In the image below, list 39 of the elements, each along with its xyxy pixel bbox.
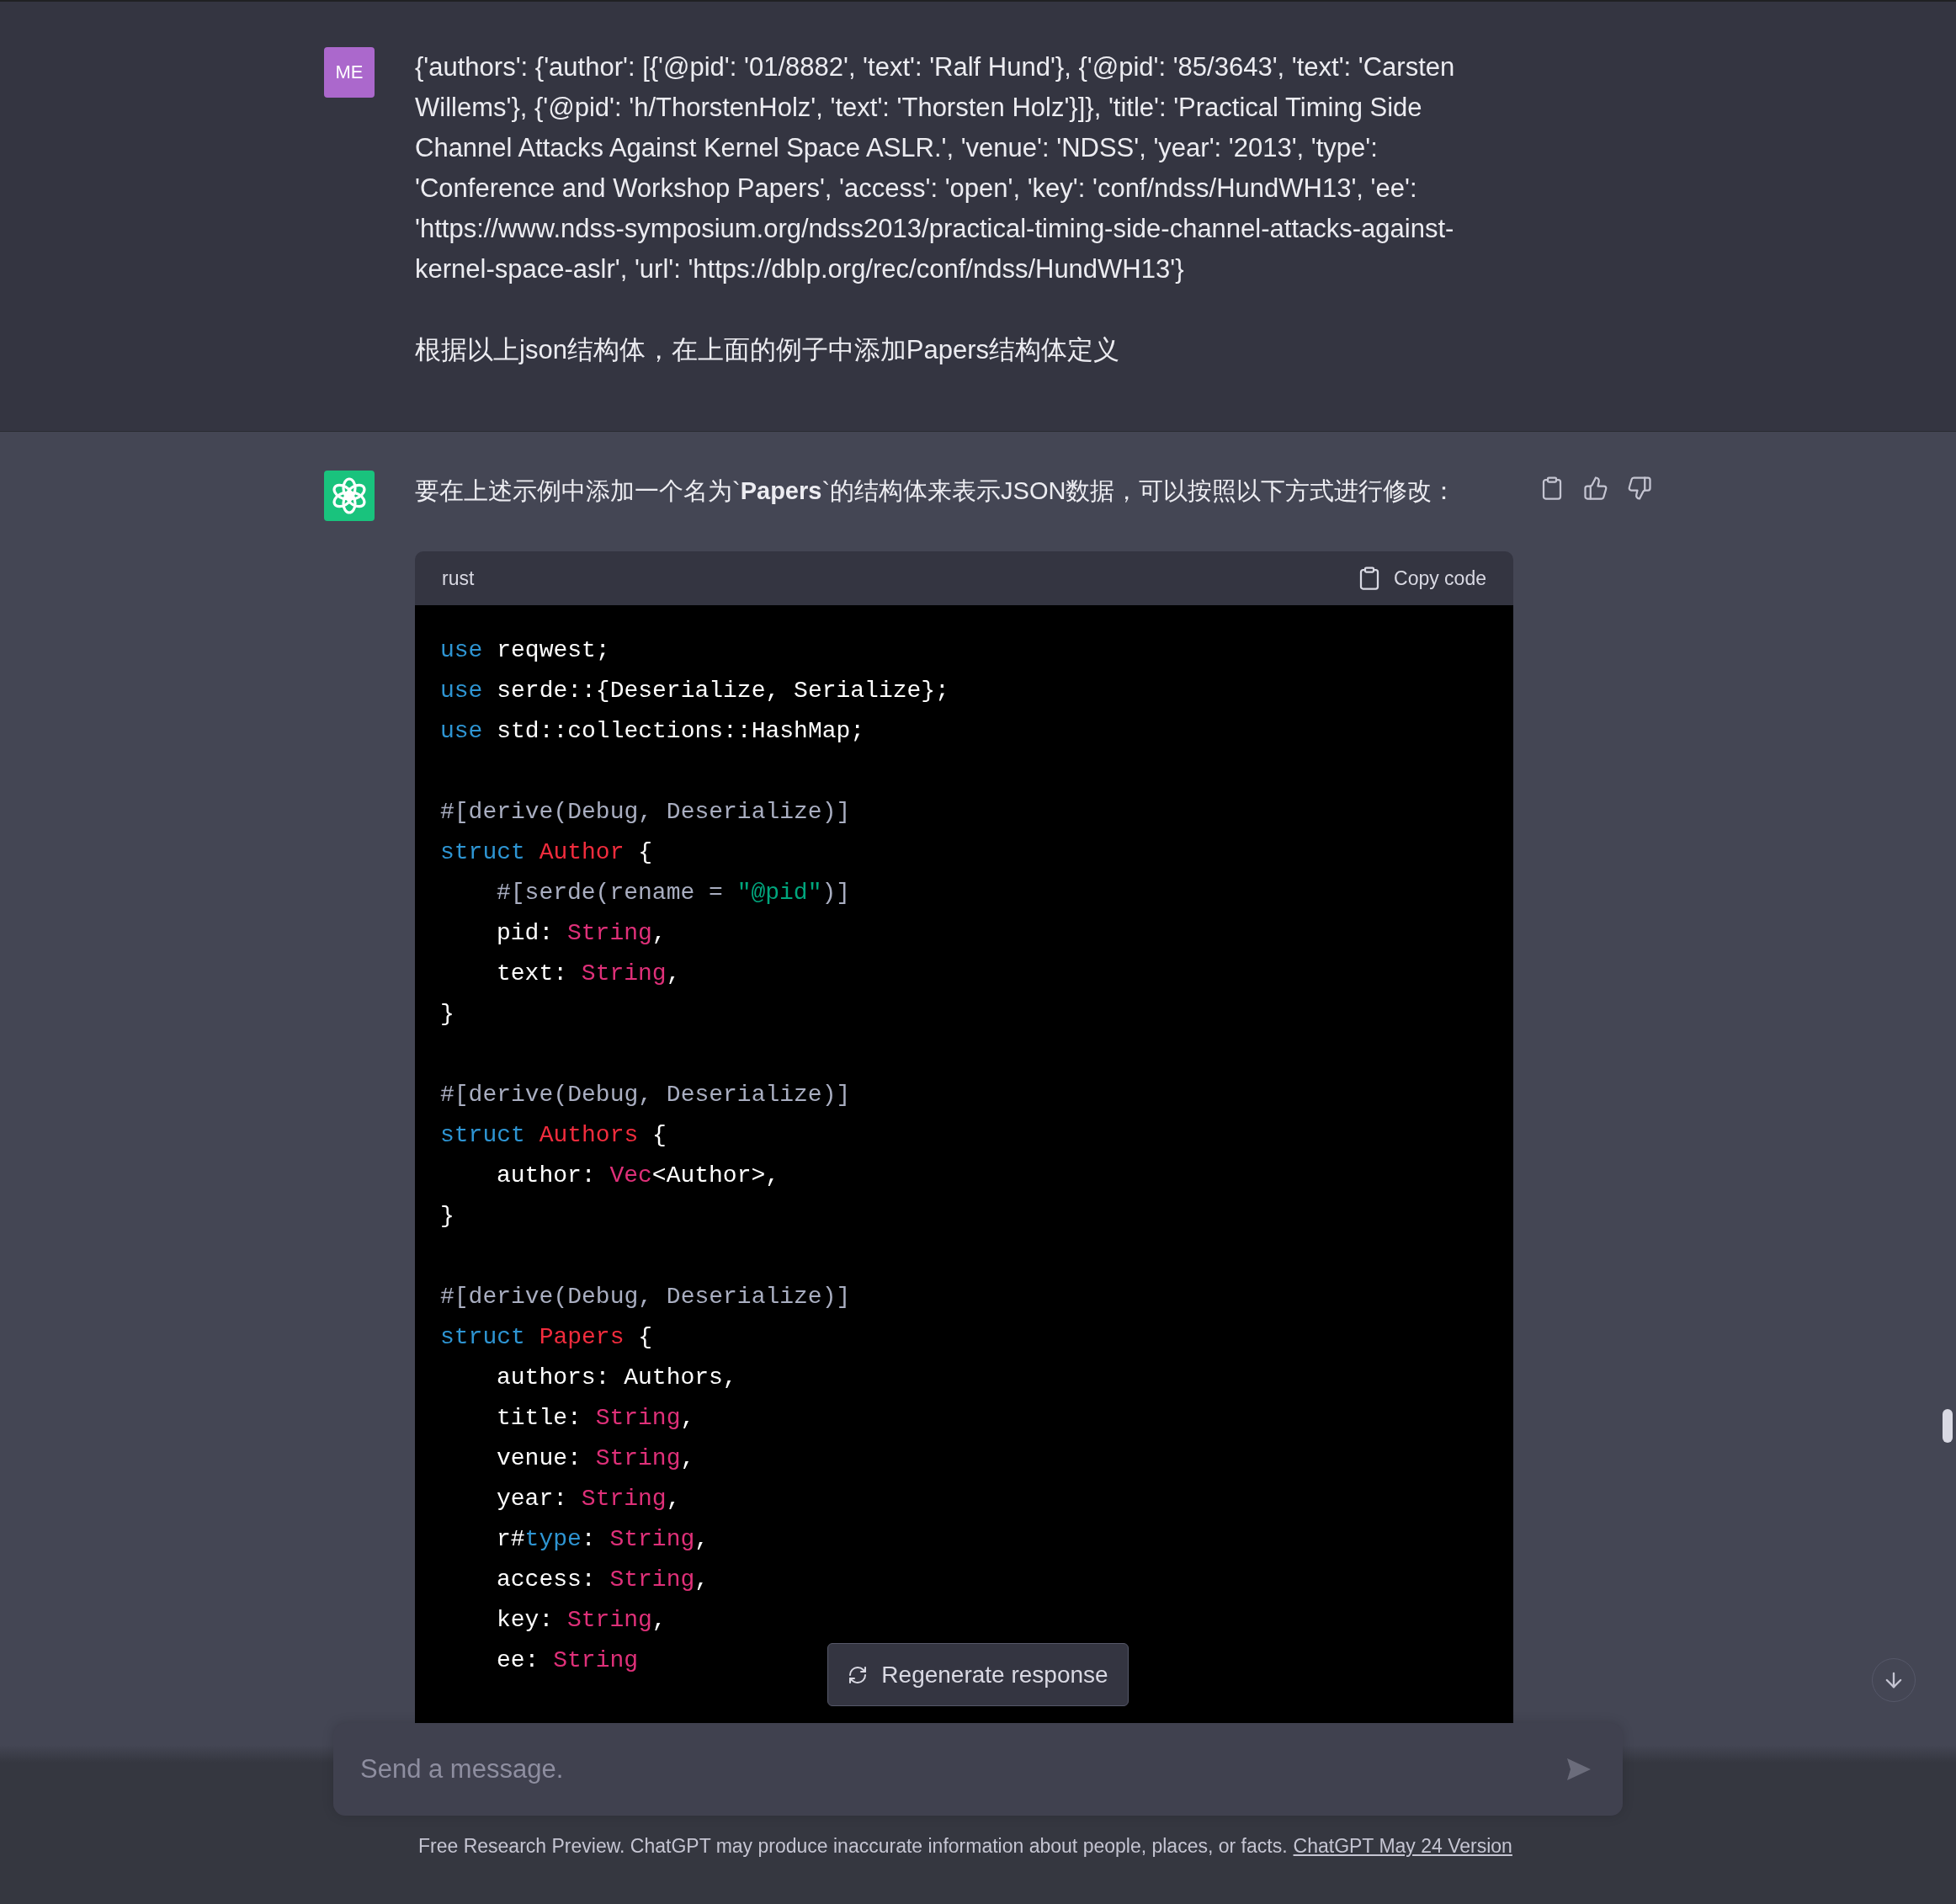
code-line: ee: String — [496, 1646, 639, 1675]
code-line: year: String, — [496, 1485, 681, 1513]
message-text: {'authors': {'author': [{'@pid': '01/8882', 'text': 'Ralf Hund'}, {'@pid': '85/3643', 'text': 'Carsten Willems'}, {'@pid': 'h/ThorstenHolz', 'text': 'Thorsten Holz'}]}, 'title': 'Practical Timing Side Channel Attacks Against Kernel Space ASLR.', 'venue': 'NDSS', 'year': '2013', 'type': 'Conference and Workshop Papers', 'access': 'open', 'key': 'conf/ndss/HundWH13', 'ee': 'https://www.ndss-symposium.org/ndss2013/practical-timing-side-channel-attacks-against-kernel-space-aslr', 'url': 'https://dblp.org/rec/conf/ndss/HundWH13'} — [415, 51, 1456, 285]
code-line: authors: Authors, — [496, 1364, 737, 1392]
scrollbar-thumb[interactable] — [1943, 1409, 1953, 1443]
knot-icon — [324, 471, 375, 521]
disclaimer-text: Free Research Preview. ChatGPT may produce inaccurate information about people, places, or facts. — [418, 1835, 1288, 1858]
code-line: access: String, — [496, 1566, 710, 1594]
code-line: #[derive(Debug, Deserialize)] — [440, 1081, 851, 1109]
code-line: use reqwest; — [440, 636, 610, 665]
code-line: key: String, — [496, 1606, 667, 1635]
code-line: pid: String, — [496, 919, 667, 948]
copy-code-button[interactable]: Copy code — [1357, 566, 1486, 591]
message-input[interactable]: Send a message. — [333, 1723, 1623, 1816]
code-line: text: String, — [496, 960, 681, 988]
code-line: r#type: String, — [496, 1525, 710, 1554]
code-line: title: String, — [496, 1404, 695, 1433]
code-line: struct Author { — [440, 838, 653, 867]
refresh-icon — [848, 1664, 869, 1685]
message-field[interactable]: Send a message. — [359, 1753, 1565, 1785]
regenerate-button[interactable]: Regenerate response — [827, 1643, 1129, 1706]
user-avatar: ME — [324, 47, 375, 98]
code-line: struct Authors { — [440, 1121, 667, 1150]
thumbs-down-icon[interactable] — [1627, 476, 1652, 501]
message-text: 根据以上json结构体，在上面的例子中添加Papers结构体定义 — [415, 334, 1121, 366]
code-line: use std::collections::HashMap; — [440, 717, 865, 746]
code-line: } — [440, 1202, 454, 1231]
code-line: use serde::{Deserialize, Serialize}; — [440, 677, 949, 705]
language-label: rust — [442, 566, 475, 590]
code-line: #[derive(Debug, Deserialize)] — [440, 1283, 851, 1311]
thumbs-up-icon[interactable] — [1583, 476, 1608, 501]
code-line: struct Papers { — [440, 1323, 653, 1352]
code-line: #[serde(rename = "@pid")] — [496, 879, 851, 907]
code-line: author: Vec<Author>, — [496, 1162, 780, 1190]
code-line: #[derive(Debug, Deserialize)] — [440, 798, 851, 827]
version-link[interactable]: ChatGPT May 24 Version — [1293, 1835, 1512, 1858]
message-text: 要在上述示例中添加一个名为`Papers`的结构体来表示JSON数据，可以按照以下方式进行修改： — [415, 476, 1458, 506]
code-line: venue: String, — [496, 1444, 695, 1473]
code-line: } — [440, 1000, 454, 1029]
